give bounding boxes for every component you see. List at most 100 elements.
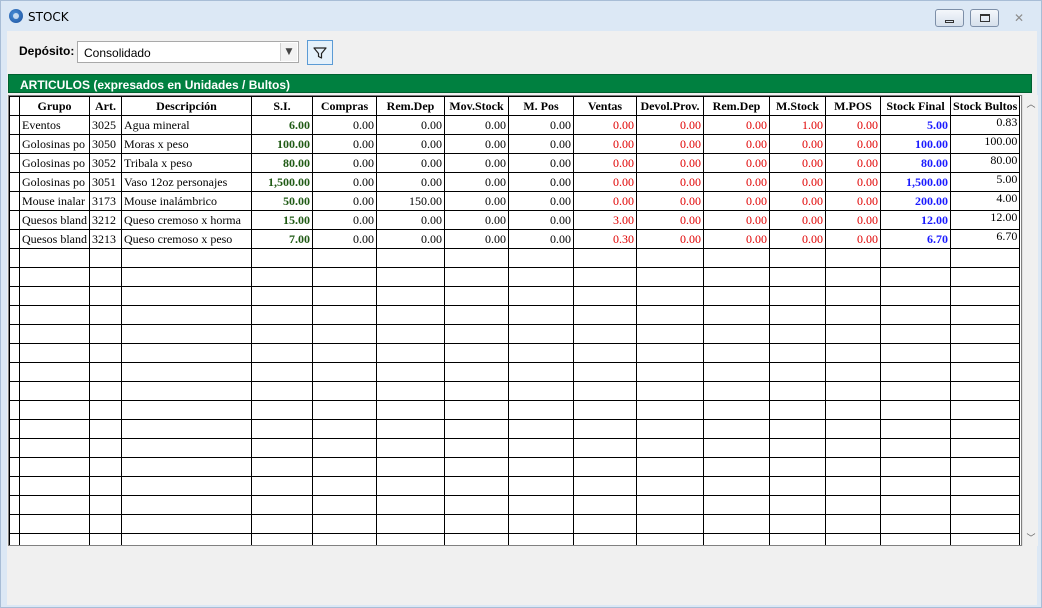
empty-cell[interactable]: [312, 514, 377, 534]
cell-descripcion[interactable]: Queso cremoso x horma: [121, 210, 252, 230]
cell-stock-bultos[interactable]: 0.83: [949, 115, 1021, 135]
empty-cell[interactable]: [769, 514, 826, 534]
empty-cell[interactable]: [880, 514, 951, 534]
cell-rem-dep-2[interactable]: 0.00: [703, 115, 770, 135]
close-button[interactable]: ✕: [1003, 9, 1035, 27]
cell-stock-bultos[interactable]: 100.00: [949, 134, 1021, 154]
empty-cell[interactable]: [19, 438, 90, 458]
empty-cell[interactable]: [703, 248, 770, 268]
table-row[interactable]: Golosinas po 3052 Tribala x peso 80.00 0.00 0…: [9, 153, 1021, 173]
empty-cell[interactable]: [376, 438, 445, 458]
cell-m-pos[interactable]: 0.00: [508, 115, 574, 135]
empty-cell[interactable]: [9, 400, 20, 420]
empty-cell[interactable]: [769, 495, 826, 515]
empty-cell[interactable]: [444, 476, 509, 496]
empty-cell[interactable]: [444, 267, 509, 287]
cell-m-pos[interactable]: 0.00: [508, 191, 574, 211]
cell-mov-stock[interactable]: 0.00: [444, 153, 509, 173]
column-header-m-stock[interactable]: M.Stock: [769, 96, 826, 116]
empty-cell[interactable]: [636, 381, 704, 401]
empty-cell[interactable]: [949, 324, 1021, 344]
cell-grupo[interactable]: Eventos: [19, 115, 90, 135]
cell-m-stock[interactable]: 0.00: [769, 134, 826, 154]
table-row[interactable]: Quesos bland 3212 Queso cremoso x horma 15.…: [9, 210, 1021, 230]
empty-cell[interactable]: [19, 248, 90, 268]
cell-art[interactable]: 3050: [89, 134, 122, 154]
cell-si[interactable]: 6.00: [251, 115, 313, 135]
empty-cell[interactable]: [508, 419, 574, 439]
empty-cell[interactable]: [703, 514, 770, 534]
empty-cell[interactable]: [880, 305, 951, 325]
row-indicator[interactable]: [9, 229, 20, 249]
empty-cell[interactable]: [880, 438, 951, 458]
vertical-scrollbar[interactable]: ︿ ﹀: [1022, 95, 1038, 546]
empty-cell[interactable]: [89, 533, 122, 545]
empty-cell[interactable]: [880, 381, 951, 401]
empty-cell[interactable]: [508, 248, 574, 268]
empty-cell[interactable]: [444, 248, 509, 268]
empty-cell[interactable]: [573, 305, 637, 325]
empty-cell[interactable]: [444, 324, 509, 344]
empty-cell[interactable]: [508, 362, 574, 382]
cell-stock-bultos[interactable]: 6.70: [949, 229, 1021, 249]
row-indicator[interactable]: [9, 153, 20, 173]
empty-table-row[interactable]: [9, 400, 1021, 420]
empty-cell[interactable]: [573, 495, 637, 515]
empty-cell[interactable]: [769, 457, 826, 477]
table-row[interactable]: Quesos bland 3213 Queso cremoso x peso 7.00…: [9, 229, 1021, 249]
empty-cell[interactable]: [573, 381, 637, 401]
empty-cell[interactable]: [9, 324, 20, 344]
cell-m-stock[interactable]: 0.00: [769, 153, 826, 173]
empty-cell[interactable]: [251, 324, 313, 344]
empty-cell[interactable]: [251, 400, 313, 420]
cell-compras[interactable]: 0.00: [312, 153, 377, 173]
cell-art[interactable]: 3173: [89, 191, 122, 211]
cell-rem-dep-2[interactable]: 0.00: [703, 172, 770, 192]
empty-cell[interactable]: [825, 419, 881, 439]
empty-cell[interactable]: [703, 533, 770, 545]
cell-stock-final[interactable]: 5.00: [880, 115, 951, 135]
cell-m-pos[interactable]: 0.00: [508, 172, 574, 192]
table-row[interactable]: Eventos 3025 Agua mineral 6.00 0.00 0.00 0.00 0…: [9, 115, 1021, 135]
empty-cell[interactable]: [251, 533, 313, 545]
empty-cell[interactable]: [19, 305, 90, 325]
empty-cell[interactable]: [19, 495, 90, 515]
empty-cell[interactable]: [573, 476, 637, 496]
empty-table-row[interactable]: [9, 438, 1021, 458]
empty-cell[interactable]: [376, 381, 445, 401]
empty-cell[interactable]: [312, 533, 377, 545]
cell-m-stock[interactable]: 0.00: [769, 210, 826, 230]
column-header-descripcion[interactable]: Descripción: [121, 96, 252, 116]
cell-grupo[interactable]: Golosinas po: [19, 134, 90, 154]
empty-cell[interactable]: [769, 476, 826, 496]
empty-cell[interactable]: [508, 324, 574, 344]
empty-table-row[interactable]: [9, 343, 1021, 363]
empty-cell[interactable]: [880, 267, 951, 287]
empty-cell[interactable]: [89, 457, 122, 477]
empty-cell[interactable]: [376, 248, 445, 268]
empty-cell[interactable]: [19, 324, 90, 344]
empty-table-row[interactable]: [9, 533, 1021, 545]
empty-cell[interactable]: [573, 286, 637, 306]
empty-cell[interactable]: [251, 419, 313, 439]
cell-m-stock[interactable]: 0.00: [769, 172, 826, 192]
cell-devol-prov[interactable]: 0.00: [636, 134, 704, 154]
empty-cell[interactable]: [121, 400, 252, 420]
empty-cell[interactable]: [121, 343, 252, 363]
empty-cell[interactable]: [376, 533, 445, 545]
empty-cell[interactable]: [949, 267, 1021, 287]
empty-cell[interactable]: [508, 476, 574, 496]
empty-cell[interactable]: [19, 286, 90, 306]
empty-table-row[interactable]: [9, 324, 1021, 344]
empty-cell[interactable]: [251, 362, 313, 382]
empty-cell[interactable]: [703, 457, 770, 477]
stock-grid[interactable]: Grupo Art. Descripción S.I. Compras Rem.Dep Mo…: [8, 95, 1022, 546]
empty-cell[interactable]: [880, 286, 951, 306]
cell-m-stock[interactable]: 1.00: [769, 115, 826, 135]
empty-cell[interactable]: [251, 248, 313, 268]
empty-cell[interactable]: [9, 457, 20, 477]
empty-table-row[interactable]: [9, 248, 1021, 268]
empty-cell[interactable]: [880, 476, 951, 496]
empty-cell[interactable]: [573, 248, 637, 268]
cell-devol-prov[interactable]: 0.00: [636, 153, 704, 173]
